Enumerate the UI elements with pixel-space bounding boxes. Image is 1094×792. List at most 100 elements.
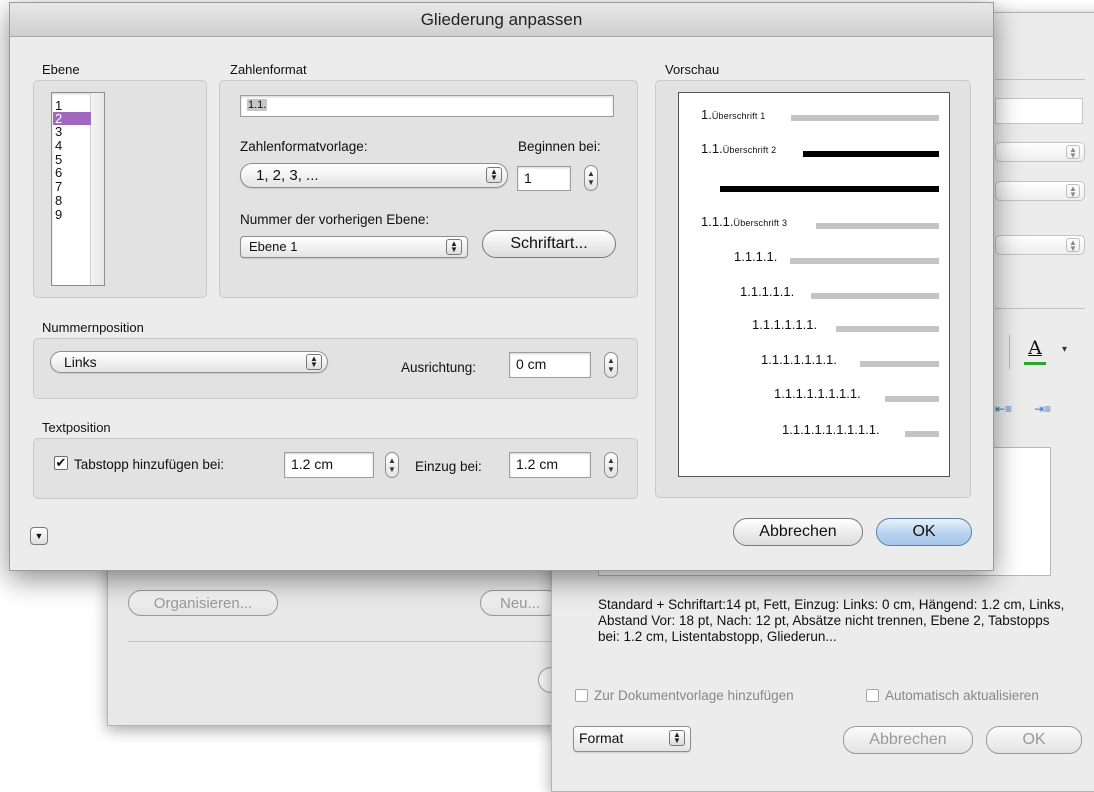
dialog-titlebar: Gliederung anpassen [10,3,993,37]
popup-arrows-icon: ▲ ▼ [446,239,462,255]
format-popup[interactable]: Format ▲ ▼ [573,726,691,752]
tabstopp-checkbox[interactable]: ✔ [54,456,68,470]
auto-update-checkbox[interactable]: Automatisch aktualisieren [866,688,1039,703]
style-based-on-select[interactable]: ▲ ▼ [995,181,1085,201]
ausrichtung-label: Ausrichtung: [401,360,477,375]
popup-arrows-icon: ▲ ▼ [669,730,685,746]
tabstopp-field[interactable]: 1.2 cm [284,452,374,478]
preview-row-1: 1.Überschrift 1 [701,107,766,122]
font-color-dropdown-icon[interactable]: ▾ [1062,344,1067,355]
ebene-list-scrollbar[interactable] [90,93,104,285]
number-format-value: 1.1. [247,99,268,111]
style-type-select[interactable]: ▲ ▼ [995,142,1085,162]
preview-line [816,223,939,229]
beginnen-bei-field[interactable]: 1 [517,166,571,191]
cancel-button[interactable]: Abbrechen [733,518,863,546]
preview-row-5: 1.1.1.1.1. [740,284,795,299]
organisieren-button[interactable]: Organisieren... [128,590,278,616]
preview-row-8: 1.1.1.1.1.1.1.1. [774,386,861,401]
beginnen-bei-stepper[interactable]: ▲ ▼ [584,165,598,191]
beginnen-bei-label: Beginnen bei: [518,139,601,154]
number-format-field[interactable]: 1.1. [240,95,614,117]
list-item[interactable]: 6 [53,166,91,179]
tabstopp-stepper[interactable]: ▲ ▼ [385,452,399,478]
select-arrows-icon: ▲ ▼ [1066,238,1080,253]
font-color-swatch [1024,362,1046,365]
font-color-icon[interactable]: A [1020,337,1050,367]
add-to-template-checkbox[interactable]: Zur Dokumentvorlage hinzufügen [575,688,794,703]
tabstopp-label: Tabstopp hinzufügen bei: [74,457,225,472]
style-window-divider-mid [995,308,1085,309]
style-next-select[interactable]: ▲ ▼ [995,235,1085,255]
ausrichtung-value: 0 cm [516,356,547,372]
preview-line [860,361,939,367]
format-popup-label: Format [579,730,624,746]
auto-update-label: Automatisch aktualisieren [885,688,1039,703]
popup-arrows-icon: ▲ ▼ [486,167,502,183]
decrease-indent-icon[interactable]: ⇤≡ [995,402,1019,418]
dialog-title: Gliederung anpassen [420,9,583,29]
add-to-template-label: Zur Dokumentvorlage hinzufügen [594,688,794,703]
popup-arrows-icon: ▲ ▼ [306,354,322,370]
ok-button[interactable]: OK [876,518,972,546]
style-ok-button[interactable]: OK [986,726,1082,754]
toolbar-separator [1009,335,1010,369]
ausrichtung-stepper[interactable]: ▲ ▼ [604,352,618,378]
preview-line [811,293,939,299]
schriftart-button[interactable]: Schriftart... [482,230,616,258]
list-item[interactable]: 3 [53,125,91,138]
textposition-label: Textposition [42,420,111,435]
style-description: Standard + Schriftart:14 pt, Fett, Einzu… [598,597,1065,644]
number-style-popup[interactable]: 1, 2, 3, ... ▲ ▼ [240,163,508,188]
einzug-stepper[interactable]: ▲ ▼ [604,452,618,478]
list-item[interactable]: 9 [53,208,91,221]
style-window-divider-top [995,79,1085,80]
number-alignment-popup[interactable]: Links ▲ ▼ [50,351,328,373]
list-item[interactable]: 4 [53,139,91,152]
tabstopp-value: 1.2 cm [291,456,334,472]
preview-line [905,431,939,437]
preview-line-selected [803,151,939,157]
preview-line-selected [720,186,939,192]
preview-row-9: 1.1.1.1.1.1.1.1.1. [782,422,880,437]
preview-line [885,396,939,402]
select-arrows-icon: ▲ ▼ [1066,184,1080,199]
vorschau-label: Vorschau [665,62,720,77]
einzug-label: Einzug bei: [415,459,482,474]
preview-row-7: 1.1.1.1.1.1.1. [761,352,837,367]
increase-indent-icon[interactable]: ⇥≡ [1034,402,1058,418]
number-alignment-value: Links [64,354,97,370]
style-cancel-button[interactable]: Abbrechen [843,726,973,754]
ausrichtung-field[interactable]: 0 cm [509,352,591,378]
einzug-field[interactable]: 1.2 cm [509,452,591,478]
preview-line [790,258,939,264]
einzug-value: 1.2 cm [516,456,559,472]
neu-button[interactable]: Neu... [480,590,560,616]
select-arrows-icon: ▲ ▼ [1066,145,1080,160]
nummernposition-label: Nummernposition [42,320,144,335]
disclosure-triangle-icon[interactable]: ▼ [30,527,48,545]
outline-preview: 1.Überschrift 1 1.1.Überschrift 2 1.1.1.… [678,92,950,477]
organizer-divider [128,641,558,642]
font-color-glyph: A [1028,337,1042,359]
ebene-list[interactable]: 1 2 3 4 5 6 7 8 9 [51,92,105,286]
checkbox-icon [866,689,879,702]
checkbox-icon [575,689,588,702]
vorherige-ebene-label: Nummer der vorherigen Ebene: [240,212,430,227]
previous-level-value: Ebene 1 [249,239,298,254]
zahlenformat-label: Zahlenformat [230,62,307,77]
preview-row-2: 1.1.Überschrift 2 [701,141,777,156]
ebene-label: Ebene [42,62,80,77]
style-name-field[interactable] [995,98,1083,124]
zahlenformatvorlage-label: Zahlenformatvorlage: [240,139,368,154]
beginnen-bei-value: 1 [524,170,532,186]
preview-row-3: 1.1.1.Überschrift 3 [701,214,788,229]
preview-line [791,115,939,121]
preview-line [836,326,939,332]
number-style-value: 1, 2, 3, ... [256,167,319,184]
preview-row-4: 1.1.1.1. [734,249,778,264]
previous-level-popup[interactable]: Ebene 1 ▲ ▼ [240,236,468,258]
preview-row-6: 1.1.1.1.1.1. [752,317,818,332]
list-item[interactable]: 7 [53,180,91,193]
list-item[interactable]: 8 [53,194,91,207]
